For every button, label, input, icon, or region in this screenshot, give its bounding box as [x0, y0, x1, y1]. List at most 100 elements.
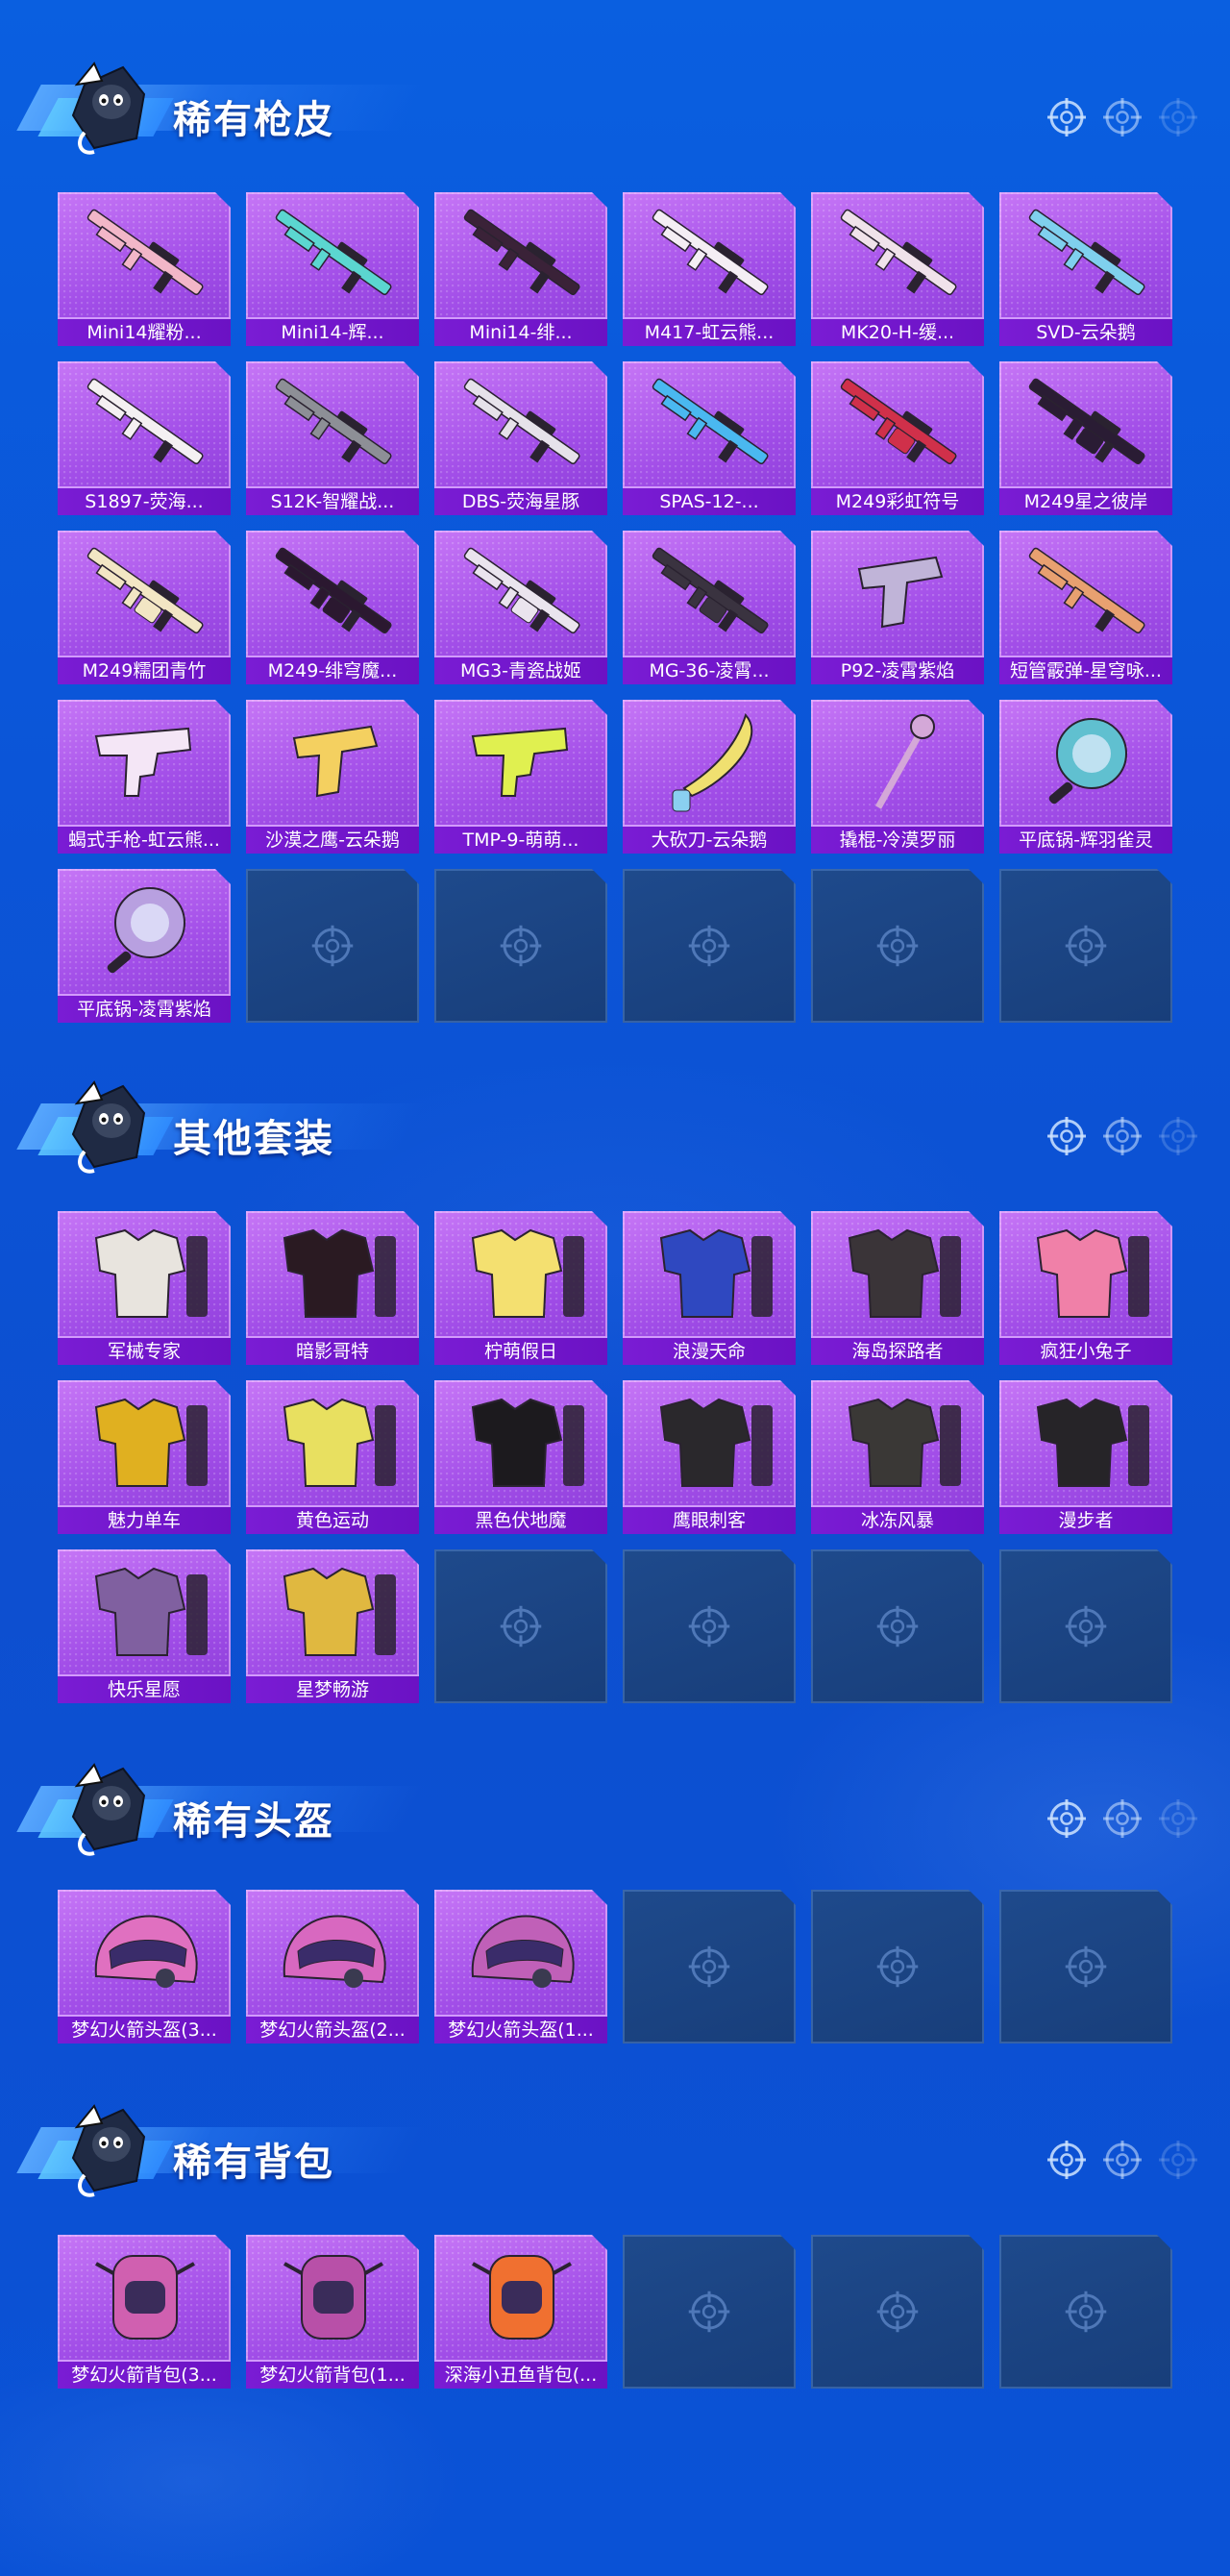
item-card[interactable]: 冰冻风暴: [811, 1380, 984, 1534]
item-label: TMP-9-萌萌...: [434, 825, 607, 854]
item-label: 平底锅-凌霄紫焰: [58, 994, 231, 1023]
section-title: 稀有枪皮: [173, 98, 334, 142]
item-card[interactable]: 撬棍-冷漠罗丽: [811, 700, 984, 854]
item-card[interactable]: 鹰眼刺客: [623, 1380, 796, 1534]
outfit-icon: [811, 1211, 984, 1334]
item-card[interactable]: 星梦畅游: [246, 1549, 419, 1703]
item-card[interactable]: 海岛探路者: [811, 1211, 984, 1365]
outfit-icon: [811, 1380, 984, 1503]
outfit-icon: [623, 1211, 796, 1334]
item-card[interactable]: 柠萌假日: [434, 1211, 607, 1365]
item-card[interactable]: 梦幻火箭头盔(2...: [246, 1890, 419, 2043]
crosshair-icon: [871, 2285, 924, 2339]
lmg-icon: [811, 361, 984, 484]
crosshair-icon: [306, 919, 359, 973]
crosshair-icon: [1059, 1599, 1113, 1653]
item-card[interactable]: 平底锅-辉羽雀灵: [999, 700, 1172, 854]
lmg-icon: [246, 531, 419, 654]
assault-icon: [623, 192, 796, 315]
item-card[interactable]: 深海小丑鱼背包(...: [434, 2235, 607, 2389]
empty-slot[interactable]: [811, 1549, 984, 1703]
item-card[interactable]: Mini14-绯...: [434, 192, 607, 346]
item-label: M249-绯穹魔...: [246, 656, 419, 684]
empty-slot[interactable]: [811, 869, 984, 1023]
item-card[interactable]: 快乐星愿: [58, 1549, 231, 1703]
item-card[interactable]: S1897-荧海...: [58, 361, 231, 515]
item-label: 黄色运动: [246, 1505, 419, 1534]
item-card[interactable]: TMP-9-萌萌...: [434, 700, 607, 854]
item-card[interactable]: 大砍刀-云朵鹅: [623, 700, 796, 854]
item-card[interactable]: 疯狂小兔子: [999, 1211, 1172, 1365]
item-card[interactable]: S12K-智耀战...: [246, 361, 419, 515]
mascot-icon: [71, 2104, 146, 2197]
item-card[interactable]: M249糯团青竹: [58, 531, 231, 684]
item-card[interactable]: 黑色伏地魔: [434, 1380, 607, 1534]
rifle-icon: [434, 192, 607, 315]
item-label: MK20-H-缓...: [811, 317, 984, 346]
empty-slot[interactable]: [999, 1549, 1172, 1703]
empty-slot[interactable]: [434, 1549, 607, 1703]
item-card[interactable]: Mini14-辉...: [246, 192, 419, 346]
item-label: 星梦畅游: [246, 1674, 419, 1703]
empty-slot[interactable]: [811, 1890, 984, 2043]
outfit-icon: [999, 1211, 1172, 1334]
item-label: 海岛探路者: [811, 1336, 984, 1365]
outfit-icon: [58, 1211, 231, 1334]
item-card[interactable]: 蝎式手枪-虹云熊...: [58, 700, 231, 854]
empty-slot[interactable]: [623, 869, 796, 1023]
outfit-icon: [999, 1380, 1172, 1503]
item-card[interactable]: M249-绯穹魔...: [246, 531, 419, 684]
item-card[interactable]: 沙漠之鹰-云朵鹅: [246, 700, 419, 854]
smg-icon: [58, 700, 231, 823]
lmg-icon: [623, 531, 796, 654]
crosshair-icon: [1059, 919, 1113, 973]
item-label: SVD-云朵鹅: [999, 317, 1172, 346]
item-card[interactable]: MG3-青瓷战姬: [434, 531, 607, 684]
empty-slot[interactable]: [999, 2235, 1172, 2389]
empty-slot[interactable]: [999, 869, 1172, 1023]
item-card[interactable]: MK20-H-缓...: [811, 192, 984, 346]
item-card[interactable]: MG-36-凌霄...: [623, 531, 796, 684]
crosshair-decoration-icon: [1047, 1799, 1197, 1838]
item-card[interactable]: 漫步者: [999, 1380, 1172, 1534]
item-label: 梦幻火箭头盔(1...: [434, 2015, 607, 2043]
item-card[interactable]: M249星之彼岸: [999, 361, 1172, 515]
item-card[interactable]: 梦幻火箭头盔(1...: [434, 1890, 607, 2043]
item-card[interactable]: SPAS-12-...: [623, 361, 796, 515]
empty-slot[interactable]: [434, 869, 607, 1023]
empty-slot[interactable]: [811, 2235, 984, 2389]
empty-slot[interactable]: [623, 1890, 796, 2043]
item-card[interactable]: Mini14耀粉...: [58, 192, 231, 346]
empty-slot[interactable]: [999, 1890, 1172, 2043]
item-card[interactable]: 平底锅-凌霄紫焰: [58, 869, 231, 1023]
blade-icon: [623, 700, 796, 823]
item-label: 暗影哥特: [246, 1336, 419, 1365]
empty-slot[interactable]: [623, 1549, 796, 1703]
mascot-icon: [71, 62, 146, 155]
pistol-icon: [246, 700, 419, 823]
rifle-icon: [246, 192, 419, 315]
item-card[interactable]: 黄色运动: [246, 1380, 419, 1534]
smg-icon: [434, 700, 607, 823]
section-other-outfits: 其他套装 军械专家 暗影哥特 柠萌假日 浪漫天命 海岛探路者 疯狂小兔子 魅力单车 黄色运动黑…: [0, 1057, 1230, 1173]
item-card[interactable]: P92-凌霄紫焰: [811, 531, 984, 684]
item-card[interactable]: 梦幻火箭头盔(3...: [58, 1890, 231, 2043]
item-card[interactable]: M249彩虹符号: [811, 361, 984, 515]
empty-slot[interactable]: [623, 2235, 796, 2389]
crosshair-decoration-icon: [1047, 98, 1197, 136]
item-card[interactable]: 短管霰弹-星穹咏...: [999, 531, 1172, 684]
item-card[interactable]: 军械专家: [58, 1211, 231, 1365]
item-card[interactable]: DBS-荧海星豚: [434, 361, 607, 515]
item-card[interactable]: M417-虹云熊...: [623, 192, 796, 346]
item-card[interactable]: 梦幻火箭背包(3...: [58, 2235, 231, 2389]
item-card[interactable]: 魅力单车: [58, 1380, 231, 1534]
item-label: 平底锅-辉羽雀灵: [999, 825, 1172, 854]
empty-slot[interactable]: [246, 869, 419, 1023]
item-card[interactable]: 浪漫天命: [623, 1211, 796, 1365]
item-card[interactable]: 梦幻火箭背包(1...: [246, 2235, 419, 2389]
section-rare-gun-skins: 稀有枪皮 Mini14耀粉... Mini14-辉... Mini14-绯... M4…: [0, 38, 1230, 154]
outfit-icon: [246, 1211, 419, 1334]
item-card[interactable]: SVD-云朵鹅: [999, 192, 1172, 346]
item-card[interactable]: 暗影哥特: [246, 1211, 419, 1365]
mascot-icon: [71, 1763, 146, 1856]
